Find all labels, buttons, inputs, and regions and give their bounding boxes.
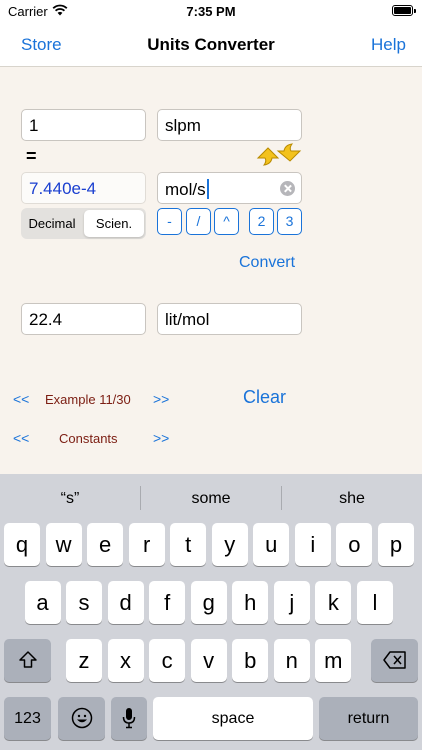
key-e[interactable]: e (87, 523, 124, 566)
shift-icon (18, 651, 37, 668)
example-counter: Example 11/30 (45, 392, 131, 407)
suggestion-1[interactable]: “s” (0, 490, 140, 508)
factor-value-field[interactable]: 22.4 (21, 303, 146, 335)
help-button[interactable]: Help (371, 35, 406, 55)
key-g[interactable]: g (190, 581, 227, 624)
emoji-icon (71, 707, 92, 729)
key-i[interactable]: i (294, 523, 331, 566)
emoji-key[interactable] (58, 697, 105, 740)
battery-icon (392, 5, 416, 16)
key-a[interactable]: a (24, 581, 61, 624)
segment-scientific[interactable]: Scien. (84, 210, 144, 237)
key-o[interactable]: o (336, 523, 373, 566)
result-value-text: 7.440e-4 (29, 179, 97, 198)
space-key[interactable]: space (153, 697, 313, 740)
factor-value-text: 22.4 (29, 310, 63, 329)
text-cursor (206, 179, 209, 199)
segment-decimal[interactable]: Decimal (21, 208, 83, 239)
keyboard: “s” some she qwertyuiop asdfghjkl zxcvbn… (0, 474, 422, 750)
key-c[interactable]: c (149, 639, 186, 682)
delete-icon (382, 651, 406, 669)
key-y[interactable]: y (211, 523, 248, 566)
result-unit-text: mol/s (165, 180, 206, 199)
key-z[interactable]: z (66, 639, 102, 682)
key-j[interactable]: j (273, 581, 310, 624)
key-w[interactable]: w (45, 523, 82, 566)
page-title: Units Converter (147, 35, 275, 54)
key-n[interactable]: n (273, 639, 310, 682)
power-button[interactable]: ^ (214, 208, 239, 235)
format-segmented-control[interactable]: Decimal Scien. (21, 208, 146, 239)
clear-button[interactable]: Clear (243, 387, 286, 408)
key-x[interactable]: x (107, 639, 144, 682)
key-f[interactable]: f (149, 581, 186, 624)
suggestion-bar: “s” some she (0, 474, 422, 524)
microphone-icon (122, 708, 136, 729)
numbers-key[interactable]: 123 (4, 697, 51, 740)
clock: 7:35 PM (186, 4, 236, 19)
dictation-key[interactable] (111, 697, 147, 740)
divide-button[interactable]: / (186, 208, 211, 235)
status-bar: Carrier 7:35 PM (0, 0, 422, 24)
key-s[interactable]: s (66, 581, 103, 624)
key-m[interactable]: m (315, 639, 352, 682)
converter-panel: 1 slpm = 7.440e-4 mol/s Decimal Scien. -… (0, 67, 422, 474)
input-value-field[interactable]: 1 (21, 109, 146, 141)
key-q[interactable]: q (4, 523, 40, 566)
minus-button[interactable]: - (157, 208, 182, 235)
example-next-button[interactable]: >> (153, 391, 169, 407)
result-unit-field[interactable]: mol/s (157, 172, 302, 204)
key-p[interactable]: p (377, 523, 414, 566)
result-value-field: 7.440e-4 (21, 172, 146, 204)
key-v[interactable]: v (190, 639, 227, 682)
key-b[interactable]: b (232, 639, 269, 682)
key-l[interactable]: l (356, 581, 393, 624)
constants-label: Constants (59, 431, 118, 446)
input-value-text: 1 (29, 116, 39, 135)
shift-key[interactable] (4, 639, 51, 682)
swap-arrows-icon[interactable] (254, 142, 304, 168)
convert-button[interactable]: Convert (239, 254, 295, 272)
constants-next-button[interactable]: >> (153, 430, 169, 446)
clear-field-icon[interactable] (280, 181, 295, 196)
cube-button[interactable]: 3 (277, 208, 302, 235)
backspace-key[interactable] (371, 639, 418, 682)
key-k[interactable]: k (315, 581, 352, 624)
square-button[interactable]: 2 (249, 208, 274, 235)
factor-unit-field[interactable]: lit/mol (157, 303, 302, 335)
example-prev-button[interactable]: << (13, 391, 29, 407)
suggestion-2[interactable]: some (141, 490, 281, 508)
key-u[interactable]: u (253, 523, 290, 566)
navigation-bar: Store Units Converter Help (0, 24, 422, 67)
key-h[interactable]: h (232, 581, 269, 624)
equals-sign: = (26, 146, 37, 166)
input-unit-text: slpm (165, 116, 201, 135)
return-key[interactable]: return (319, 697, 418, 740)
key-d[interactable]: d (107, 581, 144, 624)
factor-unit-text: lit/mol (165, 310, 210, 329)
constants-prev-button[interactable]: << (13, 430, 29, 446)
key-t[interactable]: t (170, 523, 207, 566)
input-unit-field[interactable]: slpm (157, 109, 302, 141)
key-r[interactable]: r (128, 523, 165, 566)
suggestion-3[interactable]: she (282, 490, 422, 508)
